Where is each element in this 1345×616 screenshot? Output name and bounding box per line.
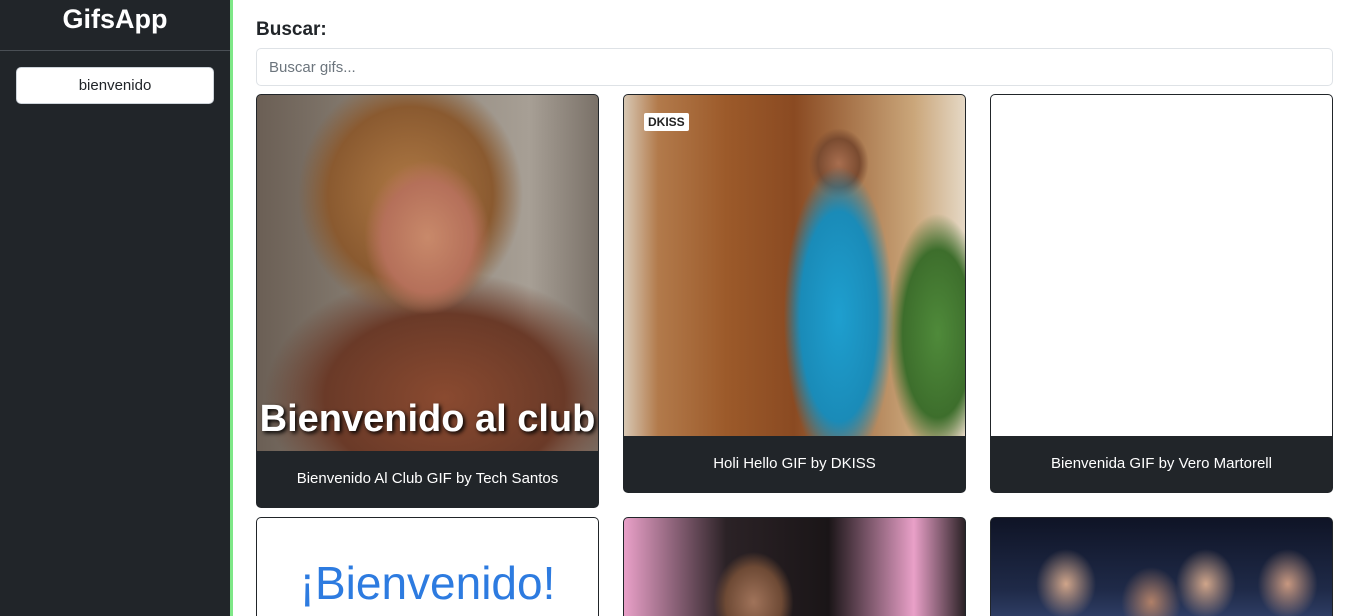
gif-overlay-text: Bienvenido al club bbox=[259, 398, 596, 440]
gif-card[interactable] bbox=[990, 517, 1333, 616]
dkiss-watermark: DKISS bbox=[644, 113, 689, 131]
gif-card[interactable]: Bienvenida GIF by Vero Martorell bbox=[990, 94, 1333, 493]
gif-grid: Bienvenido al club Bienvenido Al Club GI… bbox=[256, 94, 1333, 616]
search-history: bienvenido bbox=[0, 51, 230, 128]
gif-card[interactable] bbox=[623, 517, 966, 616]
gif-image bbox=[991, 518, 1332, 616]
gif-image: Bienvenido al club bbox=[257, 95, 598, 451]
gif-overlay-text: ¡Bienvenido! bbox=[299, 557, 556, 609]
search-label: Buscar: bbox=[256, 19, 327, 40]
sidebar: GifsApp bienvenido bbox=[0, 0, 233, 616]
main-content: Buscar: Bienvenido al club Bienvenido Al… bbox=[233, 0, 1345, 616]
gif-card[interactable]: ¡Bienvenido! bbox=[256, 517, 599, 616]
history-item-bienvenido[interactable]: bienvenido bbox=[16, 67, 214, 104]
gif-card[interactable]: Bienvenido al club Bienvenido Al Club GI… bbox=[256, 94, 599, 508]
app-root: GifsApp bienvenido Buscar: Bienvenido al… bbox=[0, 0, 1345, 616]
brand: GifsApp bbox=[0, 0, 230, 51]
gif-title: Holi Hello GIF by DKISS bbox=[624, 436, 965, 492]
gif-card[interactable]: DKISS Holi Hello GIF by DKISS bbox=[623, 94, 966, 493]
app-title: GifsApp bbox=[62, 4, 168, 34]
search-input[interactable] bbox=[256, 48, 1333, 86]
gif-title: Bienvenido Al Club GIF by Tech Santos bbox=[257, 451, 598, 507]
gif-image bbox=[991, 95, 1332, 436]
gif-title: Bienvenida GIF by Vero Martorell bbox=[991, 436, 1332, 492]
gif-image bbox=[624, 518, 965, 616]
gif-image: ¡Bienvenido! bbox=[257, 518, 598, 616]
gif-image: DKISS bbox=[624, 95, 965, 436]
